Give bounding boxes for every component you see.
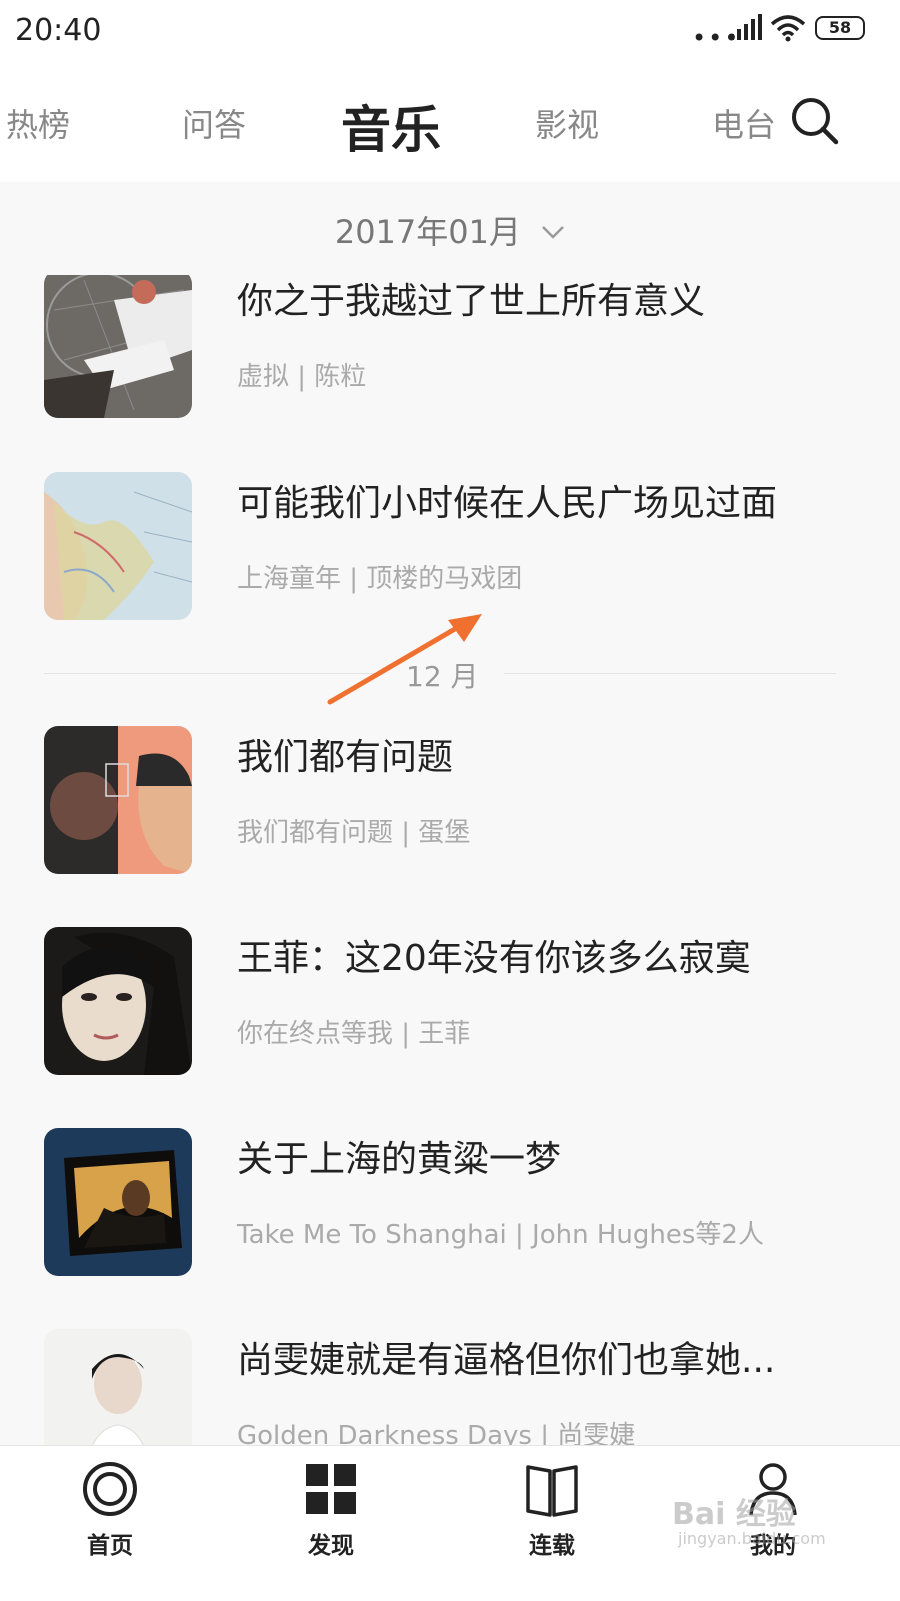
list-item[interactable]: 你之于我越过了世上所有意义 虚拟 | 陈粒 <box>0 275 900 418</box>
list-item[interactable]: 王菲：这20年没有你该多么寂寞 你在终点等我 | 王菲 <box>0 927 900 1075</box>
watermark-logo: Bai 经验 <box>672 1497 796 1532</box>
item-subtitle: 上海童年 | 顶楼的马戏团 <box>237 564 523 594</box>
bottom-nav: 首页 发现 连载 我的 Bai 经验 jingyan.baidu.com <box>0 1445 900 1601</box>
album-cover <box>44 927 192 1075</box>
item-title: 王菲：这20年没有你该多么寂寞 <box>237 938 751 979</box>
tab-radio[interactable]: 电台 <box>712 100 776 146</box>
watermark-url: jingyan.baidu.com <box>678 1529 826 1548</box>
tab-hot[interactable]: 热榜 <box>6 100 70 146</box>
nav-home[interactable]: 首页 <box>40 1446 180 1601</box>
item-subtitle: 你在终点等我 | 王菲 <box>237 1019 471 1049</box>
status-time: 20:40 <box>15 13 102 48</box>
month-selector-label: 2017年01月 <box>334 213 521 251</box>
item-title: 可能我们小时候在人民广场见过面 <box>237 483 778 524</box>
album-cover <box>44 275 192 418</box>
list-item[interactable]: 尚雯婕就是有逼格但你们也拿她... Golden Darkness Days |… <box>0 1329 900 1445</box>
item-title: 尚雯婕就是有逼格但你们也拿她... <box>237 1340 776 1381</box>
album-cover <box>44 1329 192 1445</box>
nav-discover-label: 发现 <box>308 1533 354 1559</box>
chevron-down-icon <box>542 226 565 239</box>
item-subtitle: 我们都有问题 | 蛋堡 <box>237 818 471 848</box>
signal-icon <box>730 14 762 40</box>
album-cover <box>44 1128 192 1276</box>
annotation-arrow-icon <box>327 614 482 705</box>
divider-line <box>504 673 836 674</box>
music-list: 你之于我越过了世上所有意义 虚拟 | 陈粒 可能我们小时候在人民广场见过面 上海… <box>0 275 900 1445</box>
tab-music[interactable]: 音乐 <box>341 90 441 162</box>
book-icon <box>526 1465 578 1517</box>
item-title: 你之于我越过了世上所有意义 <box>237 281 706 322</box>
album-cover <box>44 472 192 620</box>
month-selector[interactable]: 2017年01月 <box>0 207 900 253</box>
list-item[interactable]: 可能我们小时候在人民广场见过面 上海童年 | 顶楼的马戏团 <box>0 472 900 620</box>
item-subtitle: Golden Darkness Days | 尚雯婕 <box>237 1421 636 1445</box>
home-disc-icon <box>83 1462 137 1516</box>
tab-film[interactable]: 影视 <box>535 100 599 146</box>
nav-serial[interactable]: 连载 <box>482 1446 622 1601</box>
wifi-icon <box>770 15 806 42</box>
album-cover <box>44 726 192 874</box>
item-subtitle: Take Me To Shanghai | John Hughes等2人 <box>237 1220 764 1250</box>
discover-grid-icon <box>306 1464 356 1514</box>
battery-indicator: 58 <box>815 16 865 40</box>
list-item[interactable]: 我们都有问题 我们都有问题 | 蛋堡 <box>0 726 900 874</box>
item-title: 我们都有问题 <box>237 737 454 778</box>
nav-serial-label: 连载 <box>529 1533 575 1559</box>
list-item[interactable]: 关于上海的黄粱一梦 Take Me To Shanghai | John Hug… <box>0 1128 900 1276</box>
search-icon[interactable] <box>790 96 840 146</box>
nav-home-label: 首页 <box>87 1533 133 1559</box>
item-title: 关于上海的黄粱一梦 <box>237 1139 562 1180</box>
status-bar: 20:40 ••• 58 <box>0 0 900 60</box>
top-nav: 热榜 问答 音乐 影视 电台 <box>0 60 900 182</box>
item-subtitle: 虚拟 | 陈粒 <box>237 362 367 392</box>
nav-discover[interactable]: 发现 <box>261 1446 401 1601</box>
tab-qa[interactable]: 问答 <box>182 100 246 146</box>
